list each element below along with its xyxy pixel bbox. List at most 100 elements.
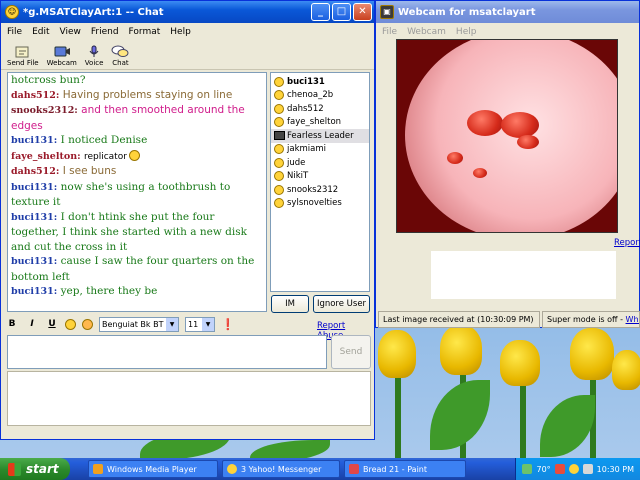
antivirus-icon[interactable] [554, 464, 565, 474]
user-list-item[interactable]: faye_shelton [271, 116, 369, 130]
chat-message: dahs512: Having problems staying on line [11, 88, 263, 104]
alert-icon[interactable]: ❗ [221, 318, 235, 331]
chat-message: faye_shelton: replicator [11, 149, 263, 165]
minimize-button[interactable]: _ [311, 3, 330, 21]
user-list-item[interactable]: jakmiami [271, 143, 369, 157]
chevron-down-icon: ▼ [166, 317, 178, 331]
webcam-title: Webcam for msatclayart [398, 6, 536, 18]
message-author: dahs512: [11, 89, 60, 101]
user-name: NikiT [287, 171, 309, 182]
emoticon-icon[interactable] [82, 318, 93, 330]
webcam-info-panel [431, 251, 616, 299]
italic-button[interactable]: I [25, 319, 39, 329]
task-windows-media-player[interactable]: Windows Media Player [88, 460, 218, 478]
close-button[interactable]: ✕ [353, 3, 372, 21]
start-button[interactable]: start [0, 458, 70, 480]
task-paint[interactable]: Bread 21 - Paint [344, 460, 466, 478]
font-select-value: Benguiat Bk BT [102, 319, 164, 329]
chat-window: ☺ *g.MSATClayArt:1 -- Chat _ □ ✕ File Ed… [0, 0, 375, 440]
volume-icon[interactable] [582, 464, 593, 474]
user-list-item[interactable]: sylsnovelties [271, 197, 369, 211]
bold-button[interactable]: B [5, 319, 19, 329]
menu-help[interactable]: Help [170, 27, 191, 37]
system-tray: 70° 10:30 PM [515, 458, 640, 480]
webcam-window-icon: ▣ [380, 5, 394, 19]
underline-button[interactable]: U [45, 319, 59, 329]
message-text: yep, there they be [60, 285, 158, 297]
message-text: hotcross bun? [11, 74, 86, 86]
webcam-button[interactable]: Webcam [47, 45, 77, 67]
user-name: jakmiami [287, 144, 326, 155]
menu-friend[interactable]: Friend [91, 27, 119, 37]
message-author: buci131: [11, 211, 58, 223]
webcam-menu-file[interactable]: File [382, 27, 397, 37]
user-list-item[interactable]: buci131 [271, 75, 369, 89]
chat-message: hotcross bun? [11, 73, 263, 88]
chat-message: dahs512: I see buns [11, 164, 263, 180]
chat-message: buci131: yep, there they be [11, 284, 263, 300]
webcam-report-link[interactable]: Report [614, 238, 640, 248]
font-size-select[interactable]: 11 ▼ [185, 316, 215, 332]
menu-edit[interactable]: Edit [32, 27, 49, 37]
user-list-item[interactable]: Fearless Leader [271, 129, 369, 143]
taskbar: start Windows Media Player 3 Yahoo! Mess… [0, 458, 640, 480]
webcam-image [396, 39, 618, 233]
webcam-menu-help[interactable]: Help [456, 27, 477, 37]
webcam-window: ▣ Webcam for msatclayart File Webcam Hel… [375, 0, 640, 328]
network-icon[interactable] [522, 464, 533, 474]
user-list-item[interactable]: NikiT [271, 170, 369, 184]
message-author: buci131: [11, 256, 58, 267]
voice-button[interactable]: Voice [85, 45, 103, 67]
clock: 10:30 PM [596, 464, 634, 474]
smiley-icon[interactable] [65, 318, 76, 330]
task-label: Bread 21 - Paint [363, 464, 427, 474]
chat-toolbar: Send File Webcam Voice Chat [1, 40, 374, 70]
webcam-titlebar[interactable]: ▣ Webcam for msatclayart [376, 1, 639, 23]
menu-format[interactable]: Format [129, 27, 161, 37]
webcam-menu-webcam[interactable]: Webcam [407, 27, 446, 37]
webcam-icon [54, 46, 70, 57]
smiley-icon [274, 198, 284, 209]
user-name: sylsnovelties [287, 198, 342, 209]
whats-this-link[interactable]: What's this? [626, 315, 639, 324]
message-input[interactable] [7, 335, 327, 369]
chat-bubbles-icon [111, 45, 129, 57]
ignore-user-button[interactable]: Ignore User [313, 295, 370, 313]
menu-file[interactable]: File [7, 27, 22, 37]
user-list-item[interactable]: snooks2312 [271, 183, 369, 197]
chat-titlebar[interactable]: ☺ *g.MSATClayArt:1 -- Chat _ □ ✕ [1, 1, 374, 23]
user-name: dahs512 [287, 103, 324, 114]
task-label: 3 Yahoo! Messenger [241, 464, 322, 474]
menu-view[interactable]: View [60, 27, 81, 37]
task-yahoo-messenger[interactable]: 3 Yahoo! Messenger [222, 460, 340, 478]
messenger-tray-icon[interactable] [568, 464, 579, 474]
font-size-value: 11 [188, 319, 199, 329]
user-list-item[interactable]: dahs512 [271, 102, 369, 116]
maximize-button[interactable]: □ [332, 3, 351, 21]
chat-message: buci131: I noticed Denise [11, 133, 263, 149]
im-button[interactable]: IM [271, 295, 309, 313]
smiley-icon [274, 76, 284, 87]
task-label: Windows Media Player [107, 464, 197, 474]
paint-icon [349, 464, 359, 474]
chat-menubar: File Edit View Friend Format Help [1, 23, 374, 40]
smiley-icon [274, 144, 284, 155]
windows-flag-icon [8, 462, 21, 476]
message-history[interactable]: hotcross bun? dahs512: Having problems st… [7, 72, 267, 312]
user-list-item[interactable]: chenoa_2b [271, 89, 369, 103]
send-file-button[interactable]: Send File [7, 45, 39, 67]
user-list[interactable]: buci131 chenoa_2b dahs512 faye_shelton Fearl… [270, 72, 370, 292]
user-list-item[interactable]: jude [271, 156, 369, 170]
message-author: buci131: [11, 181, 58, 193]
message-author: faye_shelton: [11, 150, 81, 162]
message-text: I see buns [62, 165, 117, 177]
send-button[interactable]: Send [331, 335, 371, 369]
chat-message: buci131: cause I saw the four quarters o… [11, 254, 263, 284]
laughing-emoticon-icon [128, 150, 140, 161]
smiley-icon [274, 157, 284, 168]
yahoo-smiley-icon: ☺ [5, 5, 19, 19]
message-text: replicator [83, 151, 127, 162]
font-select[interactable]: Benguiat Bk BT ▼ [99, 316, 179, 332]
chat-button[interactable]: Chat [111, 45, 129, 67]
chat-message: buci131: now she's using a toothbrush to… [11, 180, 263, 210]
